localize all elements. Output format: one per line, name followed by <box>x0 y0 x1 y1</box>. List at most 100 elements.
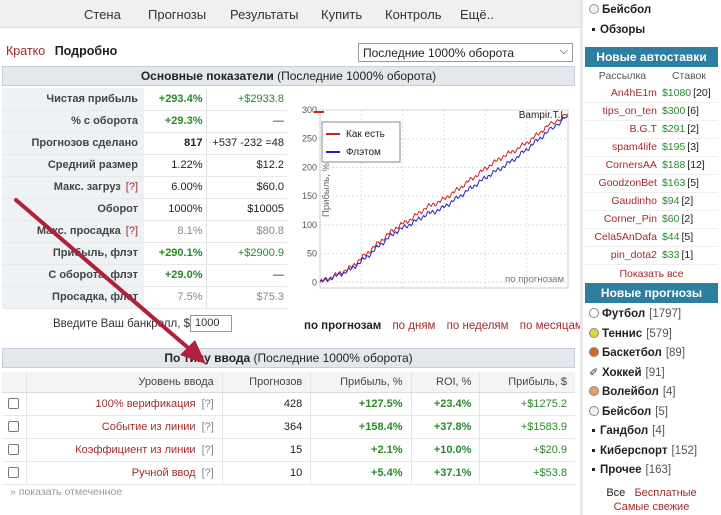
help-link[interactable]: [?] <box>202 398 214 410</box>
sport-item[interactable]: Теннис [579] <box>585 325 718 345</box>
main-stats-title: Основные показатели <box>140 69 274 83</box>
bet-row[interactable]: Corner_Pin $60 [2] <box>585 210 718 229</box>
tab-brief[interactable]: Кратко <box>6 44 45 58</box>
sport-item[interactable]: Бейсбол [5] <box>585 403 718 423</box>
bankroll-input[interactable]: 1000 <box>190 315 232 332</box>
type-table-header-profit-pct: Прибыль, % <box>310 372 412 393</box>
help-link[interactable]: [?] <box>126 181 138 193</box>
bet-row[interactable]: An4hE1m $1080 [20] <box>585 84 718 103</box>
bet-row[interactable]: GoodzonBet $163 [5] <box>585 174 718 193</box>
row-checkbox-cell <box>2 438 26 462</box>
sport-name: Киберспорт <box>600 444 668 457</box>
bet-amount-cell: $291 [2] <box>659 120 718 139</box>
stats-value-pct: 7.5% <box>144 286 207 309</box>
chart-link-by-predictions[interactable]: по прогнозам <box>304 320 381 332</box>
bet-subscriber[interactable]: tips_on_ten <box>585 102 660 121</box>
bet-subscriber[interactable]: spam4life <box>585 138 660 157</box>
bet-row[interactable]: Cela5AnDafa $44 [5] <box>585 228 718 247</box>
filter-free[interactable]: Бесплатные <box>634 487 696 499</box>
level-cell: Событие из линии [?] <box>25 415 223 439</box>
new-bets-panel: Новые автоставки Рассылка Ставок An4hE1m… <box>585 47 718 283</box>
row-checkbox[interactable] <box>8 444 20 456</box>
nav-more[interactable]: Ещё.. <box>460 7 494 22</box>
filter-fresh[interactable]: Самые свежие <box>585 500 718 514</box>
level-link[interactable]: 100% верификация <box>96 398 196 410</box>
bet-count: [3] <box>687 141 699 153</box>
profit-usd-cell: +$20.9 <box>479 438 575 462</box>
y-tick-label: 50 <box>307 249 317 259</box>
y-tick-label: 150 <box>302 191 317 201</box>
stats-value-usd: +$2933.8 <box>206 88 287 111</box>
bet-amount-cell: $300 [6] <box>659 102 718 121</box>
tab-detail[interactable]: Подробно <box>55 44 118 58</box>
sport-item[interactable]: Волейбол [4] <box>585 383 718 403</box>
sport-count: [1797] <box>649 308 682 320</box>
bankroll-block: Введите Ваш банкролл, $ 1000 <box>53 315 232 332</box>
bet-amount: $188 <box>661 159 686 171</box>
nav-wall[interactable]: Стена <box>84 7 121 22</box>
sport-name: Гандбол <box>600 425 649 437</box>
stats-row: % с оборота +29.3% — <box>2 110 287 133</box>
bet-subscriber[interactable]: pin_dota2 <box>585 246 660 265</box>
nav-predictions[interactable]: Прогнозы <box>148 7 206 22</box>
level-link[interactable]: Коэффициент из линии <box>75 444 195 456</box>
help-link[interactable]: [?] <box>126 225 138 237</box>
column-divider <box>580 0 583 515</box>
row-checkbox[interactable] <box>8 398 20 410</box>
sidebar-item-reviews[interactable]: Обзоры <box>585 20 718 40</box>
show-all-bets-link[interactable]: Показать все <box>585 265 718 283</box>
stats-row: С оборота, флэт +29.0% — <box>2 264 287 287</box>
sport-item[interactable]: Футбол [1797] <box>585 305 718 325</box>
sidebar-item-baseball-top[interactable]: Бейсбол <box>585 0 718 20</box>
bet-row[interactable]: pin_dota2 $33 [1] <box>585 246 718 265</box>
bet-subscriber[interactable]: Gaudinho <box>585 192 660 211</box>
bet-subscriber[interactable]: B.G.T <box>585 120 660 139</box>
help-link[interactable]: [?] <box>202 467 214 479</box>
level-link[interactable]: Ручной ввод <box>132 467 196 479</box>
period-select[interactable]: Последние 1000% оборота ⌵ <box>358 43 573 62</box>
help-link[interactable]: [?] <box>202 421 214 433</box>
show-selected-link[interactable]: » показать отмеченное <box>10 486 122 498</box>
y-axis-label: Прибыль, % <box>321 162 332 216</box>
help-link[interactable]: [?] <box>202 444 214 456</box>
nav-control[interactable]: Контроль <box>385 7 441 22</box>
bet-subscriber[interactable]: Cela5AnDafa <box>585 228 660 247</box>
bet-row[interactable]: B.G.T $291 [2] <box>585 120 718 139</box>
bet-subscriber[interactable]: CornersAA <box>585 156 660 175</box>
bet-row[interactable]: tips_on_ten $300 [6] <box>585 102 718 121</box>
chart-link-by-weeks[interactable]: по неделям <box>447 320 509 332</box>
bet-subscriber[interactable]: Corner_Pin <box>585 210 660 229</box>
sport-count: [579] <box>646 327 672 340</box>
sport-item[interactable]: Баскетбол [89] <box>585 344 718 364</box>
stats-label: С оборота, флэт <box>2 264 144 287</box>
sport-item[interactable]: Киберспорт [152] <box>585 442 718 462</box>
level-link[interactable]: Событие из линии <box>102 421 196 433</box>
sport-item[interactable]: Гандбол [4] <box>585 422 718 442</box>
bet-amount: $1080 <box>661 86 692 99</box>
type-table-header-count: Прогнозов <box>221 372 311 393</box>
bet-row[interactable]: Gaudinho $94 [2] <box>585 192 718 211</box>
bet-row[interactable]: CornersAA $188 [12] <box>585 156 718 175</box>
stats-value-pct: 1000% <box>144 198 207 221</box>
filter-all[interactable]: Все <box>606 487 625 499</box>
bet-amount: $300 <box>661 105 686 117</box>
sport-item[interactable]: ✐ Хоккей [91] <box>585 364 718 384</box>
nav-buy[interactable]: Купить <box>321 7 362 22</box>
row-checkbox[interactable] <box>8 467 20 479</box>
legend-label: Как есть <box>346 129 385 140</box>
chart-link-by-days[interactable]: по дням <box>392 320 435 332</box>
bet-amount: $60 <box>661 213 680 225</box>
chart-link-by-months[interactable]: по месяцам <box>520 320 583 332</box>
profit-pct-cell: +127.5% <box>310 392 412 416</box>
bet-row[interactable]: spam4life $195 [3] <box>585 138 718 157</box>
bet-count: [2] <box>687 123 699 135</box>
stats-row: Макс. просадка [?] 8.1% $80.8 <box>2 220 287 243</box>
row-checkbox[interactable] <box>8 421 20 433</box>
tennis-ball-icon <box>589 327 599 338</box>
nav-results[interactable]: Результаты <box>230 7 298 22</box>
bet-subscriber[interactable]: An4hE1m <box>585 84 660 103</box>
bet-subscriber[interactable]: GoodzonBet <box>585 174 660 193</box>
sport-item[interactable]: Прочее [163] <box>585 461 718 481</box>
bet-amount-cell: $163 [5] <box>659 174 718 193</box>
roi-cell: +37.8% <box>410 415 480 439</box>
